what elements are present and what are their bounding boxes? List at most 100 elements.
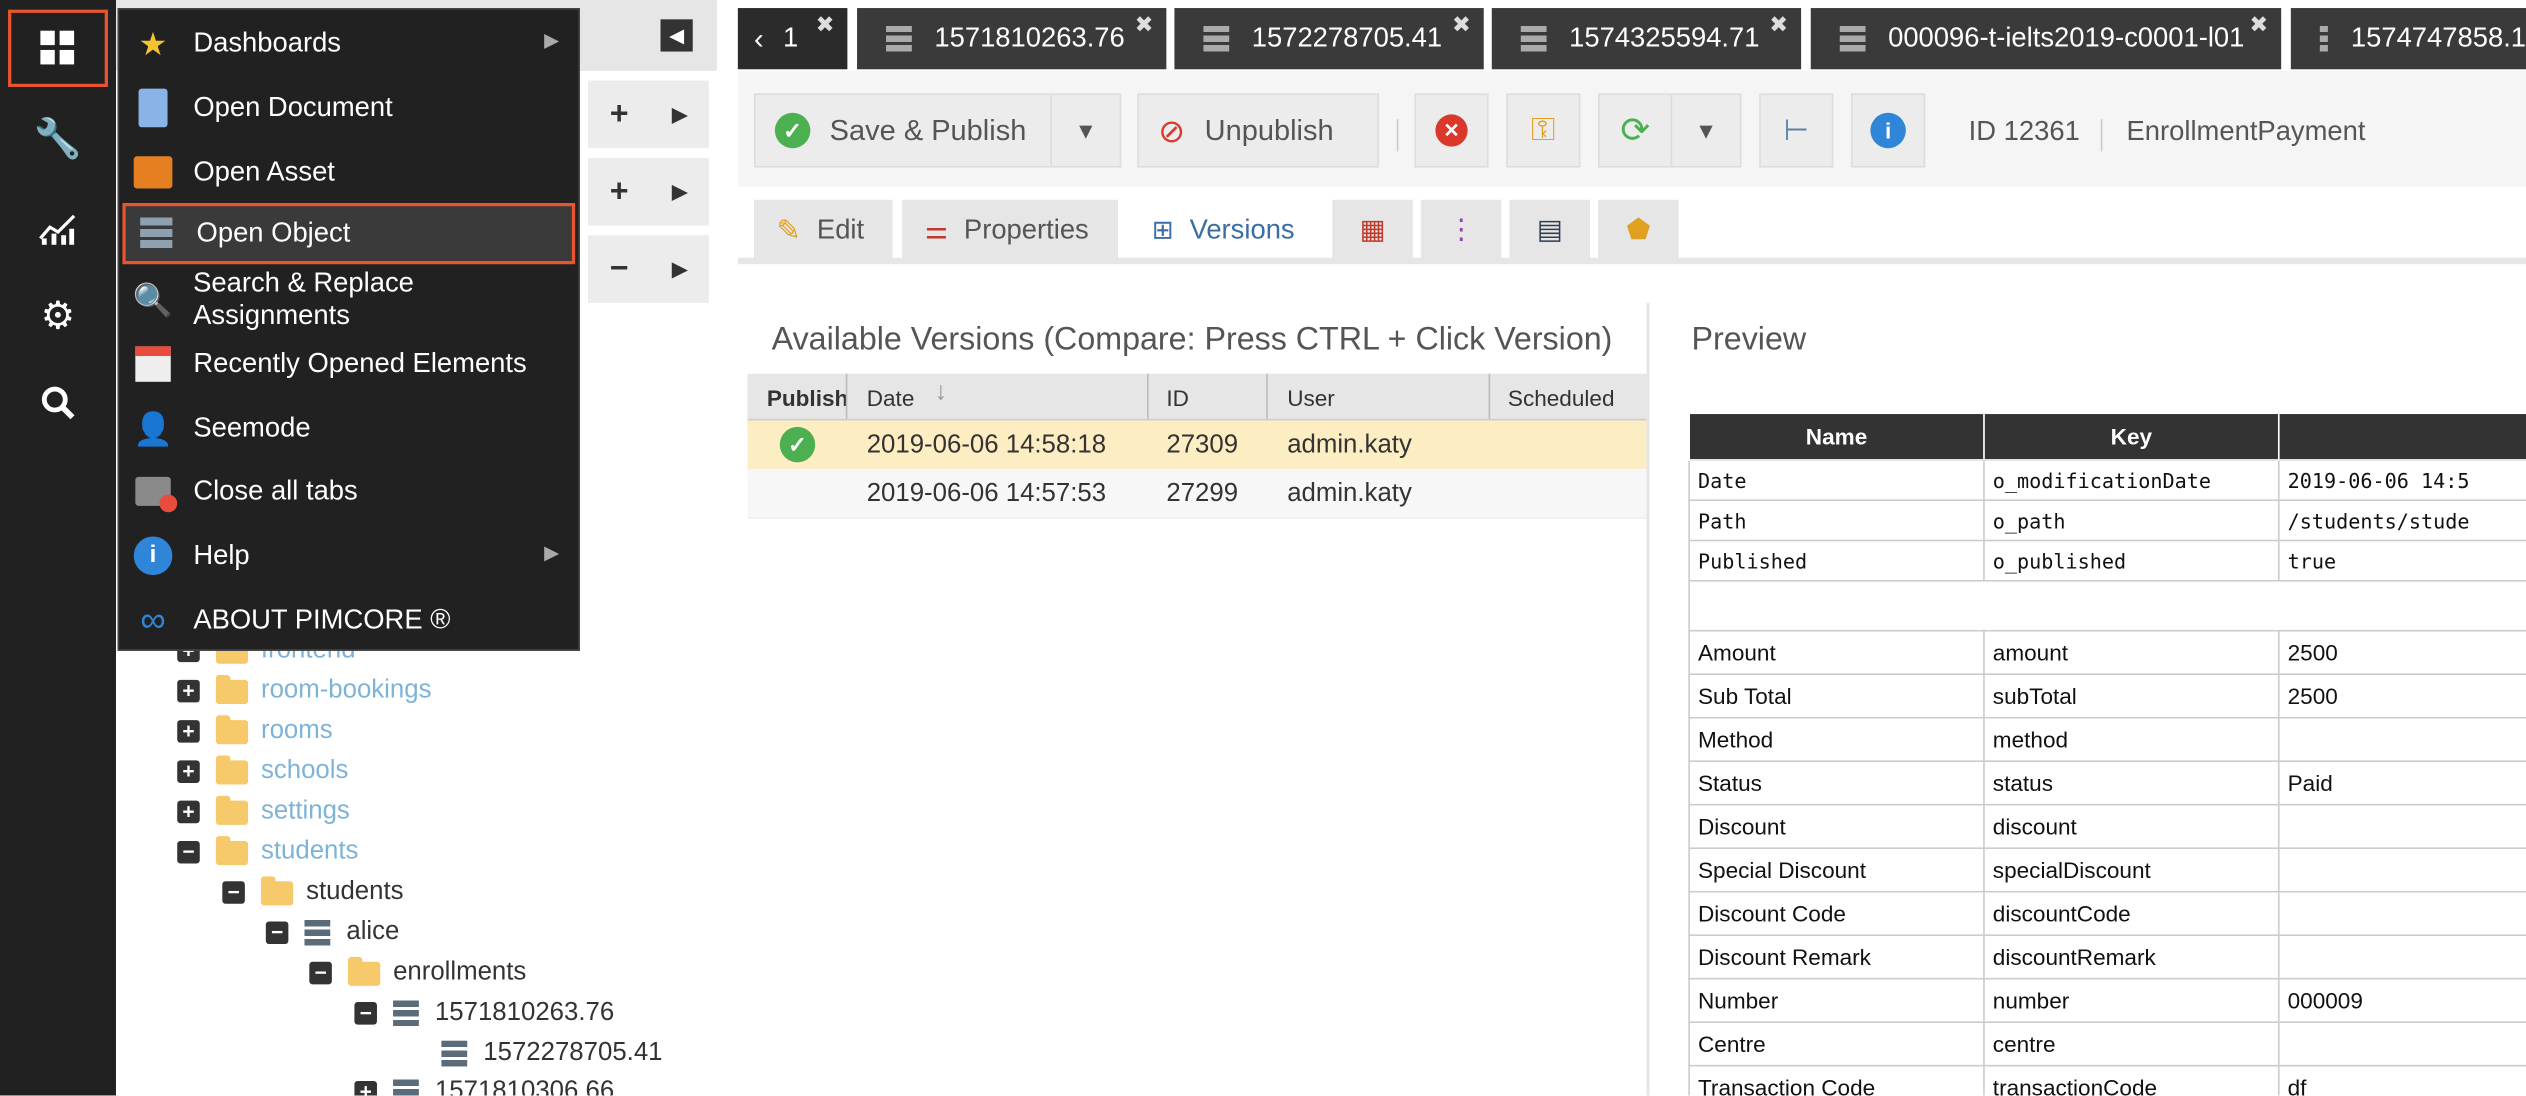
- menu-item-close-all-tabs[interactable]: Close all tabs: [122, 461, 575, 522]
- collapse-panel-icon[interactable]: ◀: [660, 19, 693, 52]
- remove-icon[interactable]: −: [610, 251, 629, 288]
- expand-arrow-icon[interactable]: ▶: [672, 258, 687, 281]
- document-tab[interactable]: 1574325594.71 ✖: [1491, 8, 1802, 70]
- tab-versions[interactable]: ⊞ Versions: [1129, 199, 1325, 261]
- menu-item-about[interactable]: ∞ ABOUT PIMCORE ®: [122, 590, 575, 651]
- expand-icon[interactable]: +: [177, 760, 200, 783]
- document-tab[interactable]: 1572278705.41 ✖: [1174, 8, 1484, 70]
- version-row[interactable]: 2019-06-06 14:57:53 27299 admin.katy: [747, 468, 1647, 519]
- class-name-label: EnrollmentPayment: [2126, 115, 2366, 147]
- collapse-icon[interactable]: −: [177, 840, 200, 864]
- save-publish-button[interactable]: ✓ Save & Publish: [753, 93, 1052, 168]
- collapse-icon[interactable]: −: [309, 961, 332, 985]
- reload-button[interactable]: ⟳: [1598, 93, 1673, 168]
- unpublish-button[interactable]: ⊘ Unpublish: [1137, 93, 1380, 168]
- rename-button[interactable]: ⚿: [1506, 93, 1581, 168]
- tree-item[interactable]: + settings: [177, 793, 350, 832]
- tree-item[interactable]: + room-bookings: [177, 672, 431, 711]
- tree-item[interactable]: + schools: [177, 752, 348, 791]
- analytics-icon[interactable]: [0, 190, 116, 267]
- menu-item-search-replace[interactable]: 🔍 Search & Replace Assignments: [122, 267, 575, 330]
- reload-options-dropdown[interactable]: ▼: [1670, 93, 1742, 168]
- close-icon[interactable]: ✖: [1135, 11, 1154, 38]
- menu-item-open-document[interactable]: Open Document: [122, 77, 575, 138]
- tab-dependencies[interactable]: ⋮: [1420, 199, 1502, 261]
- document-tab[interactable]: 000096-t-ielts2019-c0001-l01 ✖: [1810, 8, 2282, 70]
- column-header: Name: [1688, 412, 1985, 461]
- save-options-dropdown[interactable]: ▼: [1050, 93, 1122, 168]
- expand-arrow-icon[interactable]: ▶: [672, 103, 687, 126]
- add-icon[interactable]: +: [610, 96, 629, 133]
- expand-icon[interactable]: +: [354, 1080, 377, 1096]
- chevron-left-icon[interactable]: ‹: [754, 22, 764, 56]
- preview-row: Discount Remark discountRemark: [1688, 934, 2526, 980]
- versions-title: Available Versions (Compare: Press CTRL …: [771, 322, 1613, 358]
- preview-table: Name Key Date o_modificationDate 2019-06…: [1688, 412, 2526, 1096]
- tree-item[interactable]: − alice: [265, 913, 399, 952]
- column-header[interactable]: User: [1287, 385, 1335, 411]
- chevron-down-icon: ▼: [1074, 117, 1097, 144]
- close-icon[interactable]: ✖: [1769, 11, 1788, 38]
- tree-item[interactable]: − students: [177, 833, 358, 872]
- tab-notes[interactable]: ▤: [1509, 199, 1591, 261]
- menu-item-seemode[interactable]: 👤 Seemode: [122, 398, 575, 459]
- tab-schedule[interactable]: ▦: [1332, 199, 1413, 261]
- show-in-tree-button[interactable]: ⊢: [1759, 93, 1834, 168]
- object-toolbar: ✓ Save & Publish ▼ ⊘ Unpublish ✕ ⚿ ⟳ ▼ ⊢…: [737, 70, 2526, 187]
- menu-item-recently-opened[interactable]: Recently Opened Elements: [122, 333, 575, 394]
- tree-item[interactable]: 1572278705.41: [441, 1034, 662, 1073]
- tree-item[interactable]: −1571810263.76: [354, 994, 614, 1033]
- collapse-icon[interactable]: −: [265, 921, 289, 945]
- tree-item[interactable]: +1571810306.66: [354, 1073, 614, 1096]
- column-divider: [1488, 373, 1491, 419]
- folder-icon: [215, 754, 249, 784]
- tab-properties[interactable]: ⚌ Properties: [902, 199, 1119, 261]
- object-icon: [886, 25, 912, 52]
- tree-panel-controls[interactable]: − ▶: [588, 235, 709, 303]
- expand-arrow-icon[interactable]: ▶: [672, 180, 687, 203]
- tab-scroll-left[interactable]: ‹ 1 ✖: [737, 8, 848, 70]
- collapse-icon[interactable]: −: [222, 880, 245, 904]
- tree-item[interactable]: − enrollments: [309, 954, 526, 993]
- version-row[interactable]: ✓ 2019-06-06 14:58:18 27309 admin.katy: [747, 420, 1647, 471]
- expand-icon[interactable]: +: [177, 719, 200, 743]
- preview-row: Method method: [1688, 716, 2526, 763]
- add-icon[interactable]: +: [610, 173, 629, 210]
- menu-item-open-asset[interactable]: Open Asset: [122, 142, 575, 203]
- expand-icon[interactable]: +: [177, 679, 200, 703]
- column-header[interactable]: Publish: [767, 385, 848, 411]
- tab-tags[interactable]: ⬟: [1598, 199, 1679, 261]
- tree-panel-controls[interactable]: + ▶: [588, 80, 709, 149]
- submenu-arrow-icon: ▶: [544, 28, 560, 52]
- image-icon: [132, 151, 174, 193]
- document-icon: [132, 87, 174, 129]
- column-header[interactable]: Scheduled: [1508, 385, 1615, 411]
- close-icon[interactable]: ✖: [816, 11, 835, 38]
- preview-row: Sub Total subTotal 2500: [1688, 673, 2526, 719]
- close-icon[interactable]: ✖: [1452, 11, 1471, 38]
- tree-panel-controls[interactable]: + ▶: [588, 157, 709, 226]
- subtabs-divider: [737, 257, 2526, 265]
- document-tab[interactable]: 1574747858.1: [2290, 8, 2526, 70]
- column-header[interactable]: ID: [1166, 385, 1189, 411]
- gear-icon[interactable]: ⚙: [0, 277, 116, 354]
- tree-item[interactable]: − students: [222, 873, 404, 912]
- info-button[interactable]: i: [1851, 93, 1926, 168]
- collapse-icon[interactable]: −: [354, 1001, 377, 1025]
- menu-item-help[interactable]: i Help ▶: [122, 525, 575, 586]
- document-tab[interactable]: 1571810263.76 ✖: [857, 8, 1167, 70]
- column-header[interactable]: Date: [867, 385, 915, 411]
- tab-edit[interactable]: ✎ Edit: [753, 199, 893, 261]
- delete-button[interactable]: ✕: [1414, 93, 1489, 168]
- menu-item-open-object[interactable]: Open Object: [122, 202, 576, 265]
- object-icon: [135, 213, 177, 255]
- expand-icon[interactable]: +: [177, 800, 200, 824]
- versions-grid-header: Publish Date ↓ ID User Scheduled: [747, 373, 1647, 421]
- tree-item[interactable]: + rooms: [177, 712, 333, 751]
- search-icon[interactable]: [0, 364, 116, 441]
- wrench-icon[interactable]: 🔧: [0, 100, 116, 177]
- menu-item-dashboards[interactable]: ★ Dashboards ▶: [122, 13, 575, 74]
- close-icon[interactable]: ✖: [2249, 11, 2268, 38]
- grid-menu-icon[interactable]: [8, 9, 108, 87]
- tree-locate-icon: ⊢: [1783, 113, 1809, 146]
